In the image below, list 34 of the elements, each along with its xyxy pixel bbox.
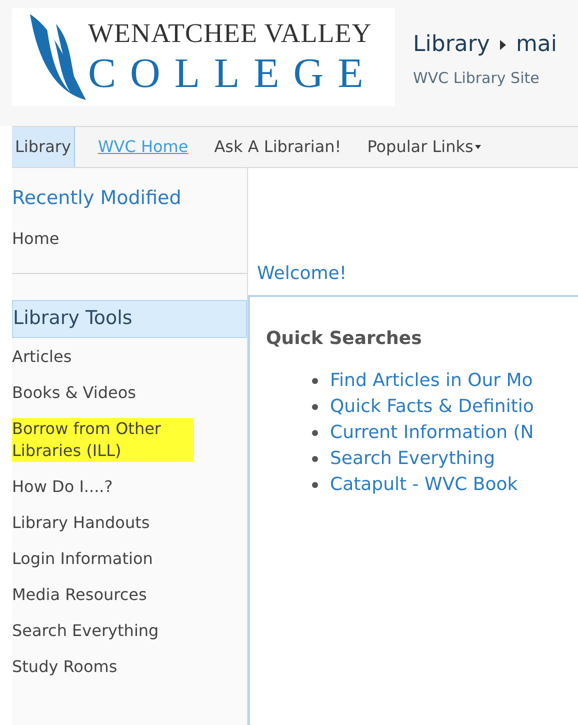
bullet-icon: [312, 378, 318, 384]
sidebar-item[interactable]: Media Resources: [12, 584, 247, 606]
welcome-title: Welcome!: [257, 262, 348, 286]
sidebar-item[interactable]: How Do I....?: [12, 476, 247, 498]
breadcrumb-arrow-icon: [498, 40, 507, 50]
quick-search-link[interactable]: Search Everything: [330, 446, 496, 472]
sidebar-item[interactable]: Articles: [12, 346, 247, 368]
sidebar-item[interactable]: Home: [12, 226, 247, 250]
bullet-icon: [312, 456, 318, 462]
sidebar-item[interactable]: Books & Videos: [12, 382, 247, 404]
site-subtitle: WVC Library Site: [413, 68, 540, 89]
nav-tab[interactable]: Ask A Librarian!: [211, 127, 344, 167]
section-heading: Quick Searches: [266, 328, 422, 349]
quick-search-link[interactable]: Catapult - WVC Book: [330, 472, 518, 498]
sidebar-heading[interactable]: Recently Modified: [12, 184, 247, 212]
logo-title: WENATCHEE VALLEY: [88, 20, 373, 46]
sidebar-item[interactable]: Library Handouts: [12, 512, 247, 534]
caret-icon: [475, 144, 482, 150]
nav-tab[interactable]: Library: [12, 127, 75, 167]
sidebar-item[interactable]: Study Rooms: [12, 656, 247, 678]
nav-tab[interactable]: Popular Links: [364, 127, 484, 167]
bullet-icon: [312, 430, 318, 436]
breadcrumb-link[interactable]: Library: [413, 28, 490, 61]
sidebar-item[interactable]: Search Everything: [12, 620, 247, 642]
sidebar-item[interactable]: Login Information: [12, 548, 247, 570]
sidebar-item[interactable]: Borrow from Other Libraries (ILL): [12, 418, 194, 462]
quick-search-link[interactable]: Current Information (N: [330, 420, 534, 446]
quick-search-link[interactable]: Find Articles in Our Mo: [330, 368, 533, 394]
quick-search-link[interactable]: Quick Facts & Definitio: [330, 394, 534, 420]
bullet-icon: [312, 482, 318, 488]
sidebar-heading[interactable]: Library Tools: [12, 300, 247, 338]
logo-subtitle: COLLEGE: [88, 52, 378, 94]
bullet-icon: [312, 404, 318, 410]
breadcrumb-link[interactable]: mai: [516, 28, 557, 61]
